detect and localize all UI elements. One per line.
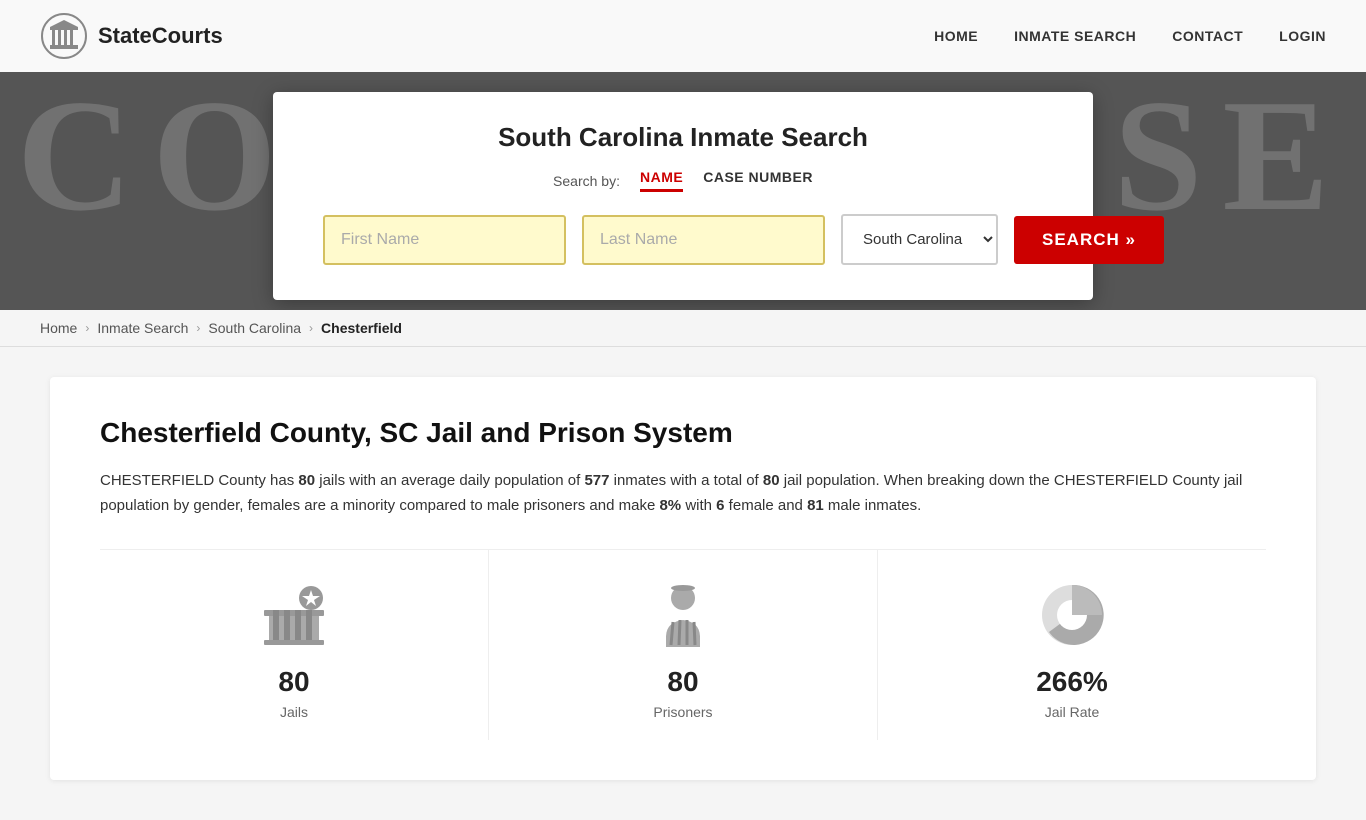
desc-mid1: jails with an average daily population o… xyxy=(315,472,584,489)
county-title: Chesterfield County, SC Jail and Prison … xyxy=(100,417,1266,449)
stat-jail-rate: 266% Jail Rate xyxy=(878,550,1266,740)
desc-total: 80 xyxy=(763,472,780,489)
nav-inmate-search[interactable]: INMATE SEARCH xyxy=(1014,28,1136,44)
breadcrumb-sep-3: › xyxy=(309,321,313,335)
desc-pre1: CHESTERFIELD County has xyxy=(100,472,298,489)
stat-prisoners: 80 Prisoners xyxy=(489,550,878,740)
prisoners-label: Prisoners xyxy=(653,704,712,720)
search-fields: South Carolina AlabamaAlaskaArizonaArkan… xyxy=(323,214,1043,265)
search-card: South Carolina Inmate Search Search by: … xyxy=(273,92,1093,300)
breadcrumb-inmate-search[interactable]: Inmate Search xyxy=(97,320,188,336)
main-content: Chesterfield County, SC Jail and Prison … xyxy=(0,347,1366,820)
prisoners-icon xyxy=(643,580,723,650)
desc-female: 6 xyxy=(716,497,724,514)
tab-case-number[interactable]: CASE NUMBER xyxy=(703,169,813,192)
search-by-label: Search by: xyxy=(553,173,620,189)
jail-rate-label: Jail Rate xyxy=(1045,704,1099,720)
breadcrumb-state[interactable]: South Carolina xyxy=(208,320,301,336)
breadcrumb-sep-2: › xyxy=(196,321,200,335)
desc-jails-count: 80 xyxy=(298,472,315,489)
desc-end: male inmates. xyxy=(824,497,922,514)
content-card: Chesterfield County, SC Jail and Prison … xyxy=(50,377,1316,780)
logo-icon xyxy=(40,12,88,60)
site-logo[interactable]: StateCourts xyxy=(40,12,223,60)
desc-mid5: female and xyxy=(725,497,808,514)
breadcrumb-county: Chesterfield xyxy=(321,320,402,336)
stats-row: 80 Jails xyxy=(100,549,1266,740)
stat-jails: 80 Jails xyxy=(100,550,489,740)
tab-name[interactable]: NAME xyxy=(640,169,683,192)
nav-login[interactable]: LOGIN xyxy=(1279,28,1326,44)
jail-rate-icon xyxy=(1032,580,1112,650)
desc-mid2: inmates with a total of xyxy=(609,472,762,489)
desc-population: 577 xyxy=(584,472,609,489)
breadcrumb-home[interactable]: Home xyxy=(40,320,77,336)
breadcrumb: Home › Inmate Search › South Carolina › … xyxy=(0,310,1366,347)
first-name-input[interactable] xyxy=(323,215,566,265)
desc-percent: 8% xyxy=(659,497,681,514)
search-button[interactable]: SEARCH » xyxy=(1014,216,1164,264)
nav-contact[interactable]: CONTACT xyxy=(1172,28,1243,44)
jails-label: Jails xyxy=(280,704,308,720)
desc-male: 81 xyxy=(807,497,824,514)
last-name-input[interactable] xyxy=(582,215,825,265)
prisoners-number: 80 xyxy=(667,666,698,698)
search-title: South Carolina Inmate Search xyxy=(323,122,1043,153)
logo-text: StateCourts xyxy=(98,23,223,49)
desc-mid4: with xyxy=(681,497,716,514)
breadcrumb-sep-1: › xyxy=(85,321,89,335)
state-select[interactable]: South Carolina AlabamaAlaskaArizonaArkan… xyxy=(841,214,998,265)
jails-number: 80 xyxy=(278,666,309,698)
main-nav: HOME INMATE SEARCH CONTACT LOGIN xyxy=(934,28,1326,44)
nav-home[interactable]: HOME xyxy=(934,28,978,44)
county-description: CHESTERFIELD County has 80 jails with an… xyxy=(100,469,1266,519)
jails-icon xyxy=(254,580,334,650)
jail-rate-number: 266% xyxy=(1036,666,1108,698)
